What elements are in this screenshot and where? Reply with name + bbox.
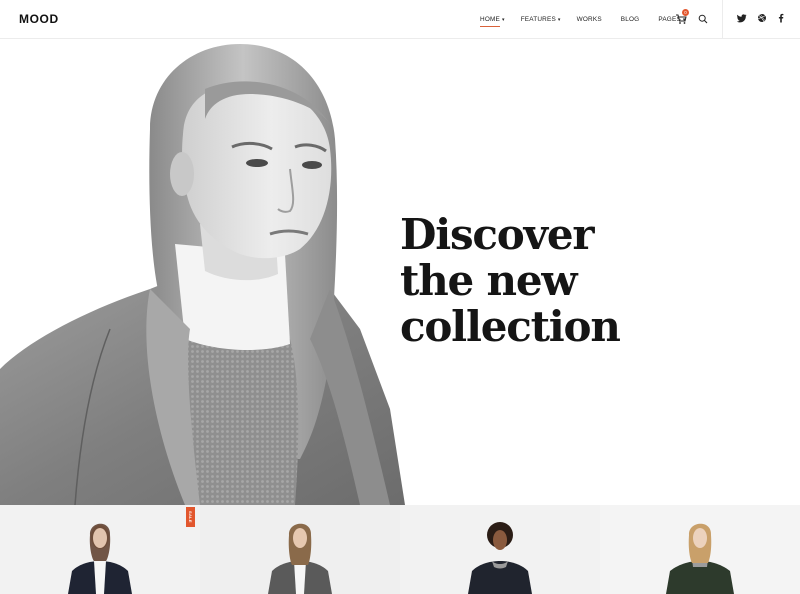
product-photo — [268, 523, 332, 594]
twitter-icon[interactable] — [737, 13, 747, 23]
product-card[interactable] — [200, 505, 400, 594]
nav-item-blog[interactable]: BLOG — [621, 16, 640, 23]
product-card[interactable] — [0, 505, 200, 594]
product-photo — [468, 522, 532, 594]
nav-item-label: BLOG — [620, 16, 640, 23]
dribbble-icon[interactable] — [757, 13, 767, 23]
header-divider — [722, 0, 723, 39]
hero-headline-line: the new — [400, 256, 577, 305]
hero-headline-line: Discover — [400, 210, 594, 259]
search-icon[interactable] — [698, 14, 708, 24]
nav-item-label: HOME — [480, 16, 500, 23]
caret-down-icon: ▾ — [557, 16, 561, 23]
nav-item-home[interactable]: HOME ▾ — [480, 16, 505, 27]
facebook-icon[interactable] — [776, 13, 786, 23]
product-photo — [666, 523, 734, 594]
hero-banner: Discover the new collection — [0, 39, 800, 505]
nav-item-label: WORKS — [576, 16, 602, 23]
hero-headline: Discover the new collection — [400, 212, 660, 350]
caret-down-icon: ▾ — [501, 16, 505, 23]
main-nav: HOME ▾ FEATURES ▾ WORKS BLOG PAGES ▾ — [480, 0, 702, 39]
hero-model-photo — [0, 44, 405, 505]
site-header: MOOD HOME ▾ FEATURES ▾ WORKS BLOG PAGES … — [0, 0, 800, 39]
nav-item-works[interactable]: WORKS — [577, 16, 602, 23]
product-grid — [0, 505, 800, 594]
nav-item-label: FEATURES — [520, 16, 556, 23]
product-card[interactable] — [400, 505, 600, 594]
nav-item-features[interactable]: FEATURES ▾ — [521, 16, 561, 23]
product-card[interactable] — [600, 505, 800, 594]
cart-count-badge: 0 — [682, 9, 689, 16]
sale-badge: SALE — [186, 507, 195, 527]
site-logo[interactable]: MOOD — [19, 12, 59, 26]
product-photo — [68, 523, 132, 594]
hero-headline-line: collection — [400, 302, 621, 351]
